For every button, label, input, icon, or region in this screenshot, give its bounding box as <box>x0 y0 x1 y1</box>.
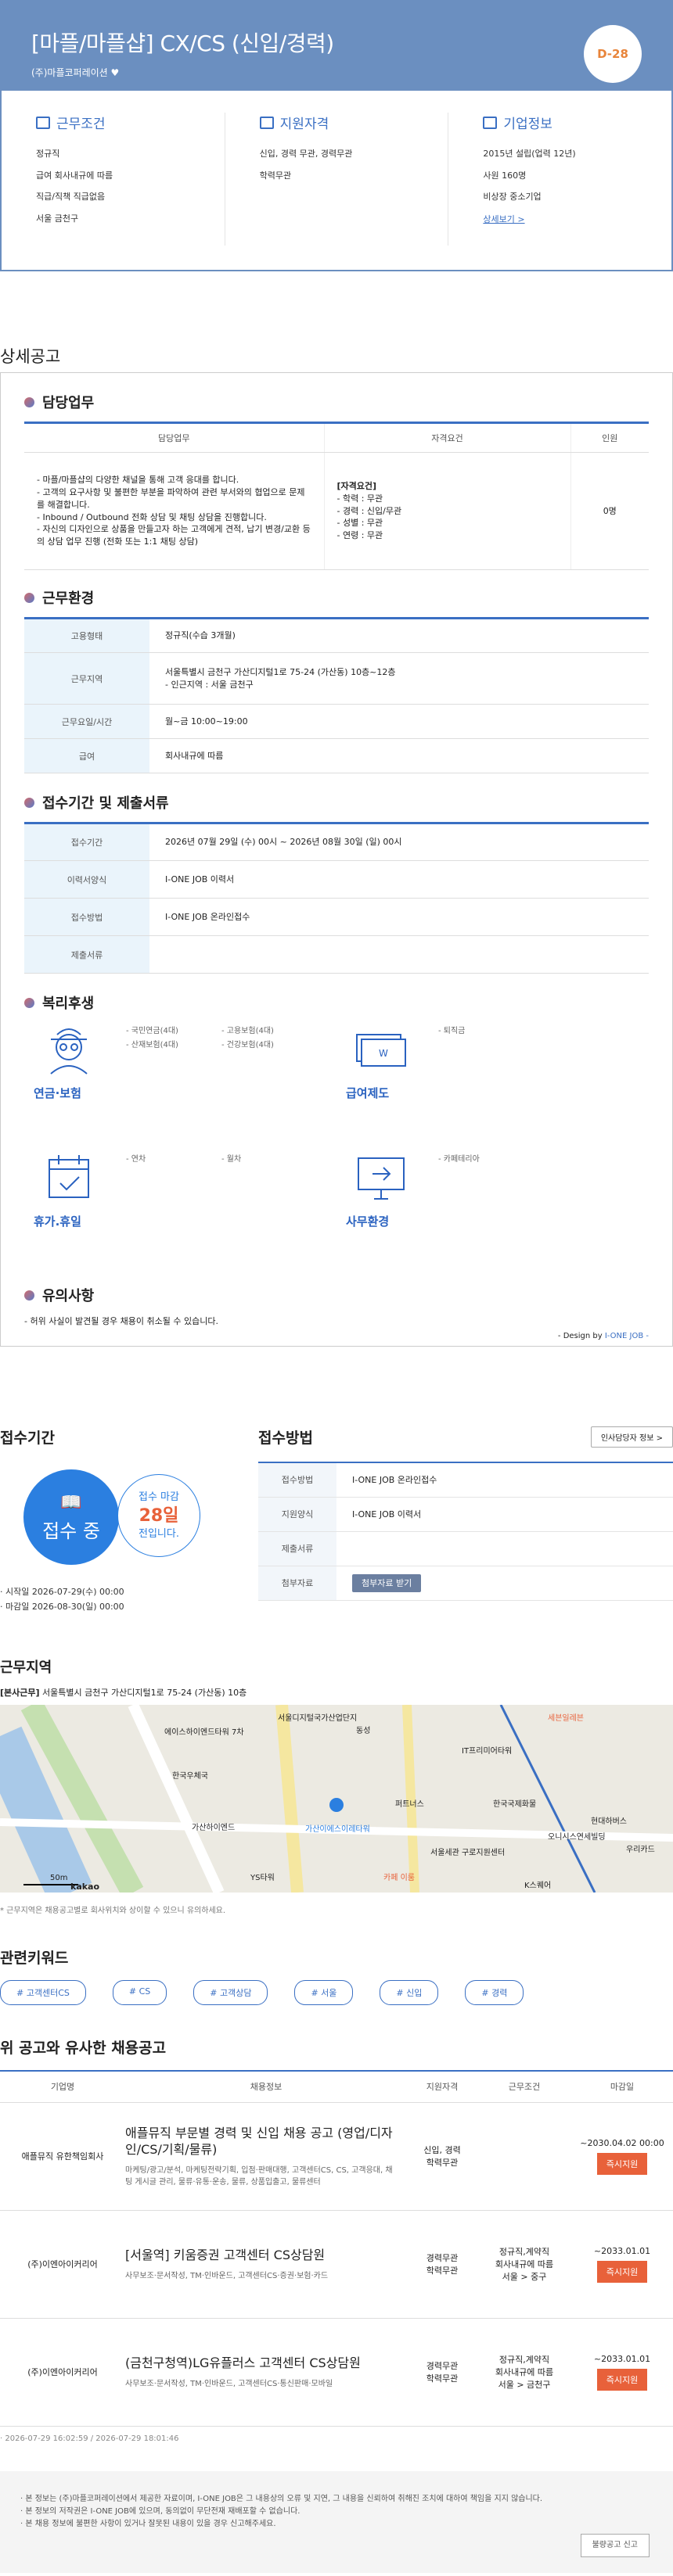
book-icon: 📖 <box>60 1493 82 1512</box>
remaining-circle: 접수 마감 28일 전입니다. <box>117 1474 200 1557</box>
money-icon: W <box>356 1034 406 1067</box>
duty-heading: 담당업무 <box>24 392 649 412</box>
env-heading: 근무환경 <box>24 587 649 608</box>
keyword-tag[interactable]: # 신입 <box>380 1980 439 2005</box>
post-dates: · 2026-07-29 16:02:59 / 2026-07-29 18:01… <box>0 2434 179 2443</box>
welfare-pension: 연금·보험 - 국민연금(4대) - 고용보험(4대) - 산재보험(4대) -… <box>24 1024 336 1152</box>
company-icon <box>483 116 498 129</box>
svg-text:W: W <box>379 1048 388 1059</box>
job-title: [마플/마플샵] CX/CS (신입/경력) <box>31 30 334 56</box>
welfare-salary: W 급여제도 - 퇴직금 <box>336 1024 649 1152</box>
heart-icon[interactable]: ♥ <box>111 67 120 78</box>
monitor-icon <box>358 1157 405 1200</box>
building-icon <box>259 116 274 129</box>
table-row[interactable]: (주)이엔아이커리어 (금천구청역)LG유플러스 고객센터 CS상담원 사무보조·… <box>0 2318 673 2427</box>
bullet-icon <box>24 396 34 407</box>
calendar-icon <box>49 1155 89 1198</box>
summary-conditions: 근무조건 정규직 급여 회사내규에 따름 직급/직책 직급없음 서울 금천구 <box>2 113 225 246</box>
welfare-list: 연금·보험 - 국민연금(4대) - 고용보험(4대) - 산재보험(4대) -… <box>24 1024 649 1280</box>
person-icon <box>50 1028 88 1075</box>
notice-heading: 유의사항 <box>24 1285 649 1305</box>
apply-period: 접수기간 📖 접수 중 접수 마감 28일 전입니다. · 시작일 2026-07-2… <box>0 1426 258 1625</box>
design-credit: - Design by I-ONE JOB - <box>557 1332 649 1340</box>
notice-text: - 허위 사실이 발견될 경우 채용이 취소될 수 있습니다. <box>24 1316 218 1326</box>
apply-method: 접수방법 인사담당자 정보 > 접수방법 I-ONE JOB 온라인접수 지원양식… <box>258 1426 673 1625</box>
keyword-tag[interactable]: # 서울 <box>294 1980 354 2005</box>
detail-heading: 상세공고 <box>0 347 61 366</box>
keyword-tag[interactable]: # 고객센터CS <box>0 1980 86 2005</box>
dday-badge: D-28 <box>584 25 642 83</box>
location-section: 근무지역 [본사근무] 서울특별시 금천구 가산디지털1로 75-24 (가산동… <box>0 1656 673 1915</box>
welfare-heading: 복리후생 <box>24 992 649 1013</box>
company-name[interactable]: (주)마플코퍼레이션 ♥ <box>31 66 673 79</box>
similar-jobs-table: 기업명 채용정보 지원자격 근무조건 마감일 애플뮤직 유한책임회사 애플뮤직 부문별 … <box>0 2070 673 2427</box>
welfare-office: 사무환경 - 카페테리아 <box>336 1152 649 1280</box>
table-row[interactable]: 애플뮤직 유한책임회사 애플뮤직 부문별 경력 및 신입 채용 공고 (영업/디… <box>0 2102 673 2211</box>
keyword-tag[interactable]: # 경력 <box>465 1980 524 2005</box>
keyword-section: 관련키워드 # 고객센터CS # CS # 고객상담 # 서울 # 신입 # 경… <box>0 1946 673 2005</box>
keyword-tag[interactable]: # CS <box>112 1980 167 2005</box>
hr-info-button[interactable]: 인사담당자 정보 > <box>590 1426 673 1448</box>
similar-jobs-section: 위 공고와 유사한 채용공고 기업명 채용정보 지원자격 근무조건 마감일 애플뮤직 유… <box>0 2036 673 2443</box>
table-row[interactable]: (주)이엔아이커리어 [서울역] 키움증권 고객센터 CS상담원 사무보조·문서작… <box>0 2210 673 2319</box>
duty-description: - 마플/마플샵의 다양한 채널을 통해 고객 응대를 합니다. - 고객의 요… <box>24 452 325 570</box>
duty-requirements: [자격요건] - 학력 : 무관 - 경력 : 신입/무관 - 성별 : 무관 -… <box>323 452 570 570</box>
summary-company: 기업정보 2015년 설립(업력 12년) 사원 160명 비상장 중소기업 상… <box>483 116 576 224</box>
env-table: 고용형태 정규직(수습 3개월) 근무지역 서울특별시 금천구 가산디지털1로 75… <box>24 617 649 773</box>
job-header: [마플/마플샵] CX/CS (신입/경력) (주)마플코퍼레이션 ♥ D-28 <box>0 0 673 91</box>
duty-table: 담당업무 자격요건 인원 - 마플/마플샵의 다양한 채널을 통해 고객 응대를 합… <box>24 422 649 570</box>
welfare-vacation: 휴가.휴일 - 연차 - 월차 <box>24 1152 336 1280</box>
location-map[interactable]: 서울디지털국가산업단지 동성 에이스하이엔드타워 7차 IT프리미어타워 세븐일… <box>0 1705 673 1893</box>
duty-count: 0명 <box>570 452 649 570</box>
apply-now-button[interactable]: 즉시지원 <box>596 2152 648 2175</box>
method-table: 접수방법 I-ONE JOB 온라인접수 지원양식 I-ONE JOB 이력서 제출… <box>258 1462 673 1601</box>
apply-now-button[interactable]: 즉시지원 <box>596 2260 648 2283</box>
apply-heading: 접수기간 및 제출서류 <box>24 792 649 813</box>
apply-now-button[interactable]: 즉시지원 <box>596 2368 648 2391</box>
footer-notice: · 본 정보는 (주)마플코퍼레이션에서 제공한 자료이며, I-ONE JOB… <box>0 2470 673 2573</box>
summary-qualification: 지원자격 신입, 경력 무관, 경력무관 학력무관 <box>225 113 449 246</box>
keyword-tag[interactable]: # 고객상담 <box>193 1980 268 2005</box>
detail-panel: 담당업무 담당업무 자격요건 인원 - 마플/마플샵의 다양한 채널을 통해 고객 … <box>0 372 673 1347</box>
apply-table: 접수기간 2026년 07월 29일 (수) 00시 ~ 2026년 08월 30… <box>24 822 649 974</box>
apply-info: 접수기간 📖 접수 중 접수 마감 28일 전입니다. · 시작일 2026-07-2… <box>0 1426 673 1625</box>
report-button[interactable]: 불량공고 신고 <box>580 2533 650 2557</box>
company-detail-link[interactable]: 상세보기 > <box>483 214 524 224</box>
document-icon <box>36 116 50 129</box>
summary-panel: 근무조건 정규직 급여 회사내규에 따름 직급/직책 직급없음 서울 금천구 지… <box>0 91 673 271</box>
status-circle: 📖 접수 중 <box>23 1469 119 1565</box>
download-attachment-button[interactable]: 첨부자료 받기 <box>352 1574 422 1592</box>
